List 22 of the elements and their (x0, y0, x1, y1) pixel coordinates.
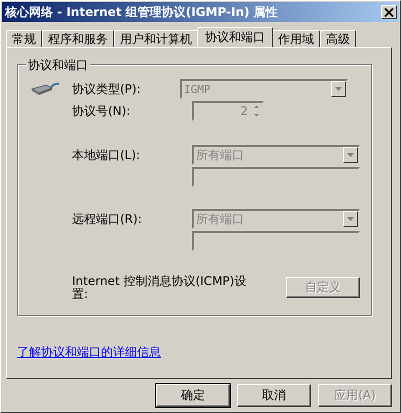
help-link[interactable]: 了解协议和端口的详细信息 (17, 344, 161, 361)
port-label: 本地端口(L): (72, 146, 142, 164)
close-button[interactable] (381, 5, 397, 19)
tab[interactable]: 用户和计算机 (114, 30, 198, 47)
tab[interactable]: 协议和端口 (197, 27, 273, 47)
tab[interactable]: 程序和服务 (42, 30, 114, 47)
group-title: 协议和端口 (26, 57, 90, 74)
tab[interactable]: 作用域 (272, 30, 320, 47)
network-cable-icon (30, 80, 60, 98)
icmp-settings-label: Internet 控制消息协议(ICMP)设置: (72, 275, 248, 302)
port-label: 远程端口(R): (72, 210, 143, 228)
dialog-button[interactable]: 确定 (156, 384, 230, 407)
dropdown-arrow-icon (347, 217, 354, 221)
close-icon (384, 8, 394, 16)
window-title: 核心网络 - Internet 组管理协议(IGMP-In) 属性 (5, 4, 278, 20)
dialog-button[interactable]: 取消 (237, 384, 311, 407)
dropdown-arrow-icon (335, 87, 342, 91)
protocol-number-label: 协议号(N): (72, 102, 132, 120)
protocol-type-label: 协议类型(P): (72, 80, 142, 98)
dropdown-arrow-icon (347, 153, 354, 157)
tab[interactable]: 常规 (6, 30, 42, 47)
tab[interactable]: 高级 (320, 30, 356, 47)
